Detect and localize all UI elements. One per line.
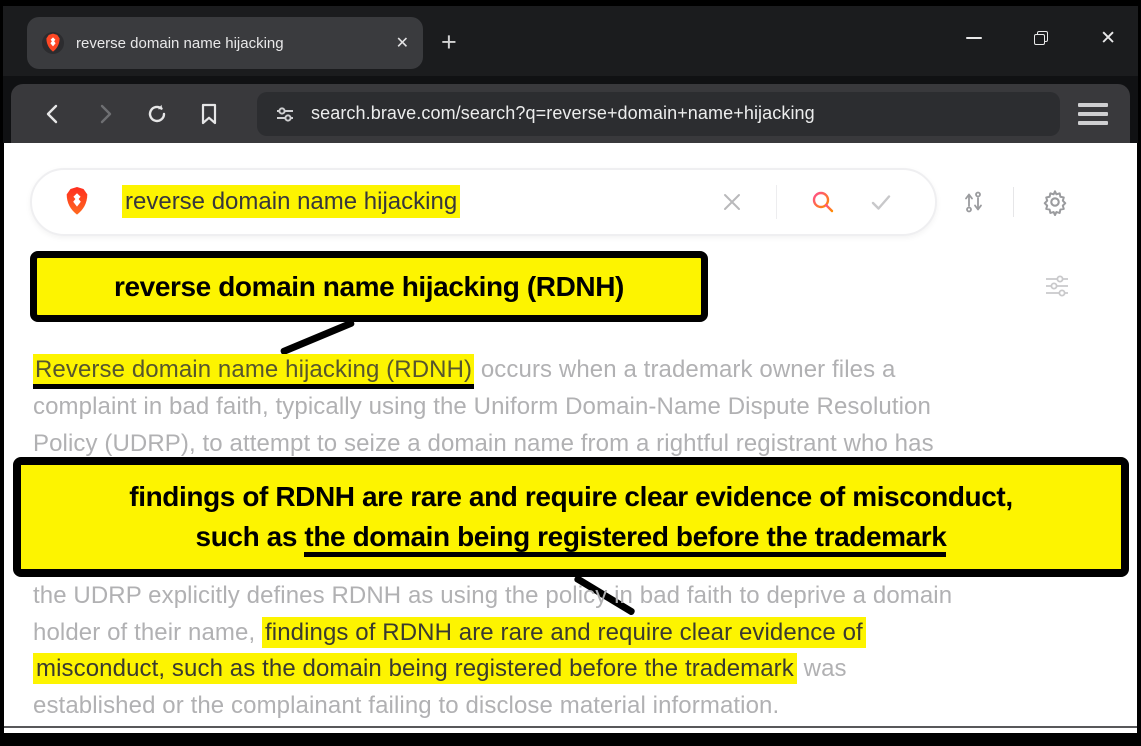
highlighted-term[interactable]: Reverse domain name hijacking (RDNH) xyxy=(33,354,474,389)
clear-query-icon[interactable] xyxy=(721,191,743,213)
search-box[interactable]: reverse domain name hijacking xyxy=(30,168,937,236)
toolbar-strip: search.brave.com/search?q=reverse+domain… xyxy=(3,76,1138,143)
annotation-callout-findings: findings of RDNH are rare and require cl… xyxy=(13,457,1129,577)
article-line: the UDRP explicitly defines RDNH as usin… xyxy=(33,580,952,612)
minimize-icon[interactable] xyxy=(966,37,982,39)
check-icon[interactable] xyxy=(869,190,893,214)
reload-icon[interactable] xyxy=(143,100,171,128)
restore-icon[interactable] xyxy=(1034,31,1048,45)
brave-logo-icon xyxy=(60,185,94,219)
window-bottom-edge xyxy=(4,726,1137,728)
new-tab-button[interactable]: + xyxy=(441,26,457,58)
url-text[interactable]: search.brave.com/search?q=reverse+domain… xyxy=(311,103,815,124)
swap-order-icon[interactable] xyxy=(960,189,986,215)
url-bar[interactable]: search.brave.com/search?q=reverse+domain… xyxy=(257,92,1060,136)
page-content: reverse domain name hijacking xyxy=(4,143,1137,733)
browser-window: reverse domain name hijacking ✕ + ✕ xyxy=(0,0,1141,746)
forward-icon[interactable] xyxy=(91,100,119,128)
highlighted-text: misconduct, such as the domain being reg… xyxy=(33,653,797,684)
article-line: misconduct, such as the domain being reg… xyxy=(33,653,847,685)
search-box-icons xyxy=(721,170,935,234)
annotation-pointer-line xyxy=(280,319,356,356)
brave-favicon-icon xyxy=(41,31,65,55)
highlighted-text: findings of RDNH are rare and require cl… xyxy=(262,617,866,648)
result-filters-icon[interactable] xyxy=(1042,271,1072,301)
tab-close-icon[interactable]: ✕ xyxy=(396,33,409,53)
search-icon[interactable] xyxy=(810,189,836,215)
browser-tab[interactable]: reverse domain name hijacking ✕ xyxy=(27,17,423,69)
annotation-callout-query: reverse domain name hijacking (RDNH) xyxy=(30,251,708,322)
tab-title: reverse domain name hijacking xyxy=(76,35,386,52)
search-tools xyxy=(960,168,1069,236)
menu-icon[interactable] xyxy=(1078,103,1108,125)
divider xyxy=(1013,187,1014,217)
article-line: Reverse domain name hijacking (RDNH) occ… xyxy=(33,354,895,386)
article-line: holder of their name, findings of RDNH a… xyxy=(33,617,866,649)
settings-gear-icon[interactable] xyxy=(1041,188,1069,216)
article-line: Policy (UDRP), to attempt to seize a dom… xyxy=(33,428,934,460)
bookmark-icon[interactable] xyxy=(195,100,223,128)
site-settings-icon[interactable] xyxy=(273,102,297,126)
article-line: established or the complainant failing t… xyxy=(33,690,779,722)
article-line: complaint in bad faith, typically using … xyxy=(33,391,931,423)
window-close-icon[interactable]: ✕ xyxy=(1100,29,1116,48)
window-controls: ✕ xyxy=(966,6,1116,70)
divider xyxy=(776,185,777,219)
toolbar: search.brave.com/search?q=reverse+domain… xyxy=(11,84,1130,143)
search-query[interactable]: reverse domain name hijacking xyxy=(122,188,460,216)
title-bar: reverse domain name hijacking ✕ + ✕ xyxy=(3,6,1138,76)
back-icon[interactable] xyxy=(39,100,67,128)
